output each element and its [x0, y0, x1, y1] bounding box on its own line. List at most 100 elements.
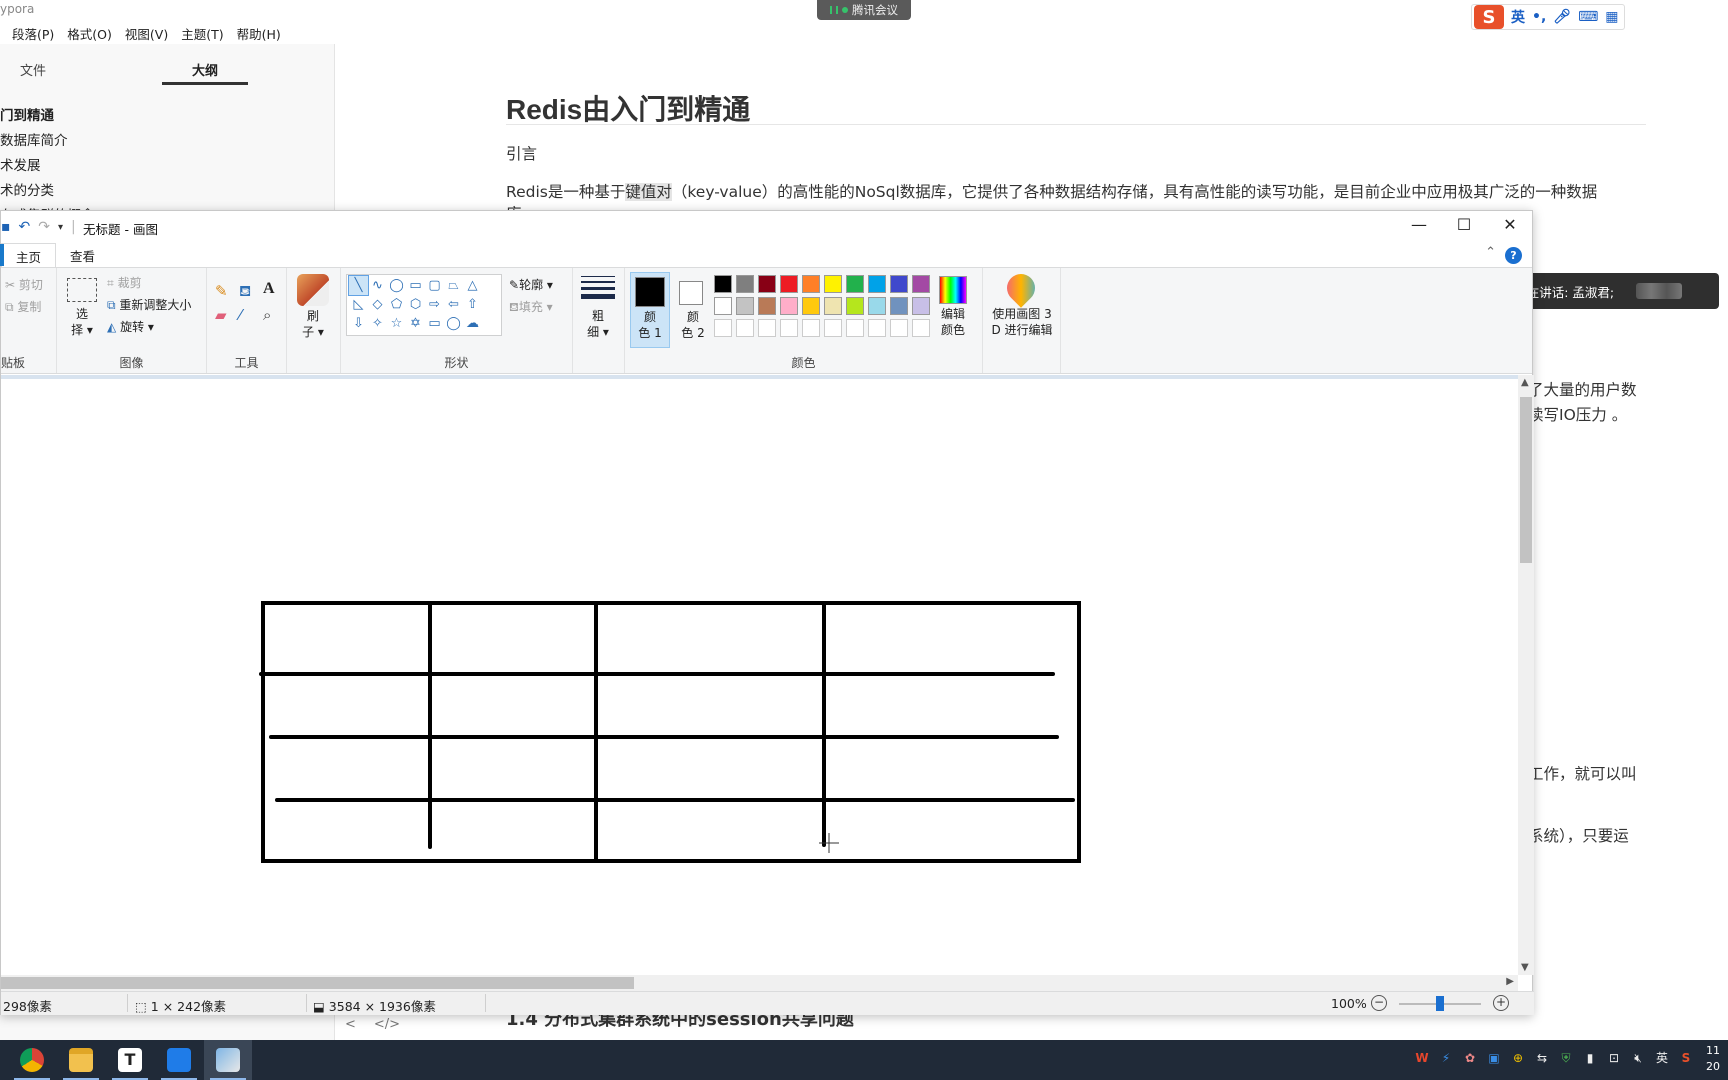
undo-icon[interactable]: ↶	[19, 219, 31, 235]
ime-mode[interactable]: 英	[1511, 7, 1525, 27]
maximize-button[interactable]: ☐	[1441, 215, 1487, 234]
cut-button[interactable]: ✂ 剪切	[5, 276, 43, 293]
network-icon[interactable]: ⊡	[1606, 1050, 1622, 1066]
clock[interactable]: 11 20	[1706, 1043, 1720, 1075]
outline-item[interactable]: 术的分类	[0, 179, 95, 204]
menu-view[interactable]: 视图(V)	[125, 24, 168, 43]
color2-button[interactable]: 颜色 2	[673, 272, 713, 348]
chrome-app-icon[interactable]	[8, 1040, 56, 1080]
palette-swatch[interactable]	[868, 275, 886, 293]
palette-swatch[interactable]	[890, 275, 908, 293]
arrow-right-shape-icon[interactable]: ⇨	[425, 295, 444, 314]
title-bar[interactable]: ▪ ↶ ↷ ▾ | 无标题 - 画图 — ☐ ✕	[1, 211, 1532, 243]
ime-tray-label[interactable]: 英	[1654, 1050, 1670, 1066]
palette-swatch-empty[interactable]	[758, 319, 776, 337]
fill-icon[interactable]: ⛾	[239, 282, 251, 302]
palette-swatch[interactable]	[868, 297, 886, 315]
source-code-icon[interactable]: </>	[374, 1017, 400, 1032]
feather-icon[interactable]: ⚡︎	[1438, 1050, 1454, 1066]
palette-swatch-empty[interactable]	[824, 319, 842, 337]
palette-swatch[interactable]	[802, 297, 820, 315]
palette-swatch[interactable]	[758, 275, 776, 293]
scroll-thumb[interactable]	[1, 977, 634, 989]
palette-swatch-empty[interactable]	[714, 319, 732, 337]
paint3d-icon[interactable]	[1001, 268, 1041, 308]
tab-outline[interactable]: 大纲	[192, 60, 218, 79]
fill-button[interactable]: ⛾填充 ▾	[509, 298, 553, 316]
plus-icon[interactable]: ⊕	[1510, 1050, 1526, 1066]
palette-swatch-empty[interactable]	[780, 319, 798, 337]
tab-home[interactable]: 主页	[0, 243, 57, 267]
palette-swatch[interactable]	[824, 297, 842, 315]
palette-swatch-empty[interactable]	[868, 319, 886, 337]
palette-swatch[interactable]	[824, 275, 842, 293]
text-icon[interactable]: A	[263, 280, 275, 298]
shape-gallery[interactable]: ╲ ∿ ◯ ▭ ▢ ⏢ △ ◺ ◇ ⬠ ⬡ ⇨ ⇦ ⇧ ⇩ ✧ ☆ ✡ ▭ ◯ …	[346, 274, 502, 336]
right-triangle-shape-icon[interactable]: ◺	[349, 295, 368, 314]
rotate-button[interactable]: ◭ 旋转 ▾	[107, 318, 154, 335]
grid-icon[interactable]: ▦	[1605, 9, 1618, 25]
star6-shape-icon[interactable]: ✡	[406, 314, 425, 333]
rectangle-shape-icon[interactable]: ▭	[406, 276, 425, 295]
palette-swatch-empty[interactable]	[802, 319, 820, 337]
drawing-canvas[interactable]	[1, 379, 1518, 975]
zoom-slider-thumb[interactable]	[1436, 996, 1444, 1011]
paint3d-button[interactable]: 使用画图 3 D 进行编辑	[985, 306, 1059, 338]
palette-swatch[interactable]	[780, 297, 798, 315]
shield-icon[interactable]: ⛨	[1558, 1050, 1574, 1066]
redo-icon[interactable]: ↷	[38, 219, 50, 235]
file-explorer-icon[interactable]	[57, 1040, 105, 1080]
crop-button[interactable]: ⌗ 裁剪	[107, 274, 142, 291]
magnifier-icon[interactable]: ⌕	[263, 306, 271, 324]
menu-theme[interactable]: 主题(T)	[181, 24, 223, 43]
line-size-icon[interactable]	[581, 276, 615, 299]
zoom-out-button[interactable]: −	[1371, 995, 1387, 1011]
outline-item[interactable]: 术发展	[0, 154, 95, 179]
oval-shape-icon[interactable]: ◯	[387, 276, 406, 295]
outline-button[interactable]: ✎轮廓 ▾	[509, 276, 553, 293]
ime-toolbar[interactable]: S 英 •, 🎤︎ ⌨ ▦	[1471, 4, 1625, 30]
palette-swatch[interactable]	[714, 275, 732, 293]
diamond-shape-icon[interactable]: ◇	[368, 295, 387, 314]
close-button[interactable]: ✕	[1487, 215, 1533, 234]
pentagon-shape-icon[interactable]: ⬠	[387, 295, 406, 314]
menu-format[interactable]: 格式(O)	[67, 24, 112, 43]
collapse-ribbon-icon[interactable]: ⌃	[1485, 245, 1496, 260]
edit-colors-button[interactable]: 编辑 颜色	[929, 306, 977, 338]
brush-icon[interactable]	[297, 274, 329, 306]
callout-rect-shape-icon[interactable]: ▭	[425, 314, 444, 333]
scroll-up-icon[interactable]: ▲	[1521, 377, 1529, 388]
palette-swatch[interactable]	[780, 275, 798, 293]
outline-item[interactable]: 数据库简介	[0, 129, 95, 154]
typora-app-icon[interactable]: T	[106, 1040, 154, 1080]
scroll-thumb[interactable]	[1520, 397, 1532, 563]
palette-swatch[interactable]	[912, 297, 930, 315]
meeting-indicator[interactable]: 腾讯会议	[817, 0, 911, 20]
palette-swatch-empty[interactable]	[846, 319, 864, 337]
arrow-up-shape-icon[interactable]: ⇧	[463, 295, 482, 314]
arrow-down-shape-icon[interactable]: ⇩	[349, 314, 368, 333]
edit-colors-icon[interactable]	[939, 276, 967, 304]
arrow-left-shape-icon[interactable]: ⇦	[444, 295, 463, 314]
eraser-icon[interactable]: ▰	[215, 306, 227, 324]
color1-button[interactable]: 颜色 1	[630, 272, 670, 348]
save-icon[interactable]: ▪	[1, 219, 11, 235]
palette-swatch[interactable]	[736, 275, 754, 293]
menu-paragraph[interactable]: 段落(P)	[12, 24, 54, 43]
hexagon-shape-icon[interactable]: ⬡	[406, 295, 425, 314]
zoom-in-button[interactable]: +	[1493, 995, 1509, 1011]
keyboard-icon[interactable]: ⌨	[1578, 9, 1598, 25]
palette-swatch-empty[interactable]	[912, 319, 930, 337]
curve-shape-icon[interactable]: ∿	[368, 276, 387, 295]
palette-swatch-empty[interactable]	[736, 319, 754, 337]
palette-swatch[interactable]	[912, 275, 930, 293]
palette-swatch[interactable]	[890, 297, 908, 315]
vertical-scrollbar[interactable]: ▲ ▼	[1518, 375, 1534, 975]
help-icon[interactable]: ?	[1505, 247, 1522, 264]
select-button[interactable]: 选择 ▾	[67, 306, 97, 338]
chevron-left-icon[interactable]: <	[345, 1017, 356, 1032]
triangle-shape-icon[interactable]: △	[463, 276, 482, 295]
palette-swatch[interactable]	[758, 297, 776, 315]
scroll-right-icon[interactable]: ▶	[1506, 976, 1514, 987]
resize-button[interactable]: ⧉ 重新调整大小	[107, 296, 191, 313]
